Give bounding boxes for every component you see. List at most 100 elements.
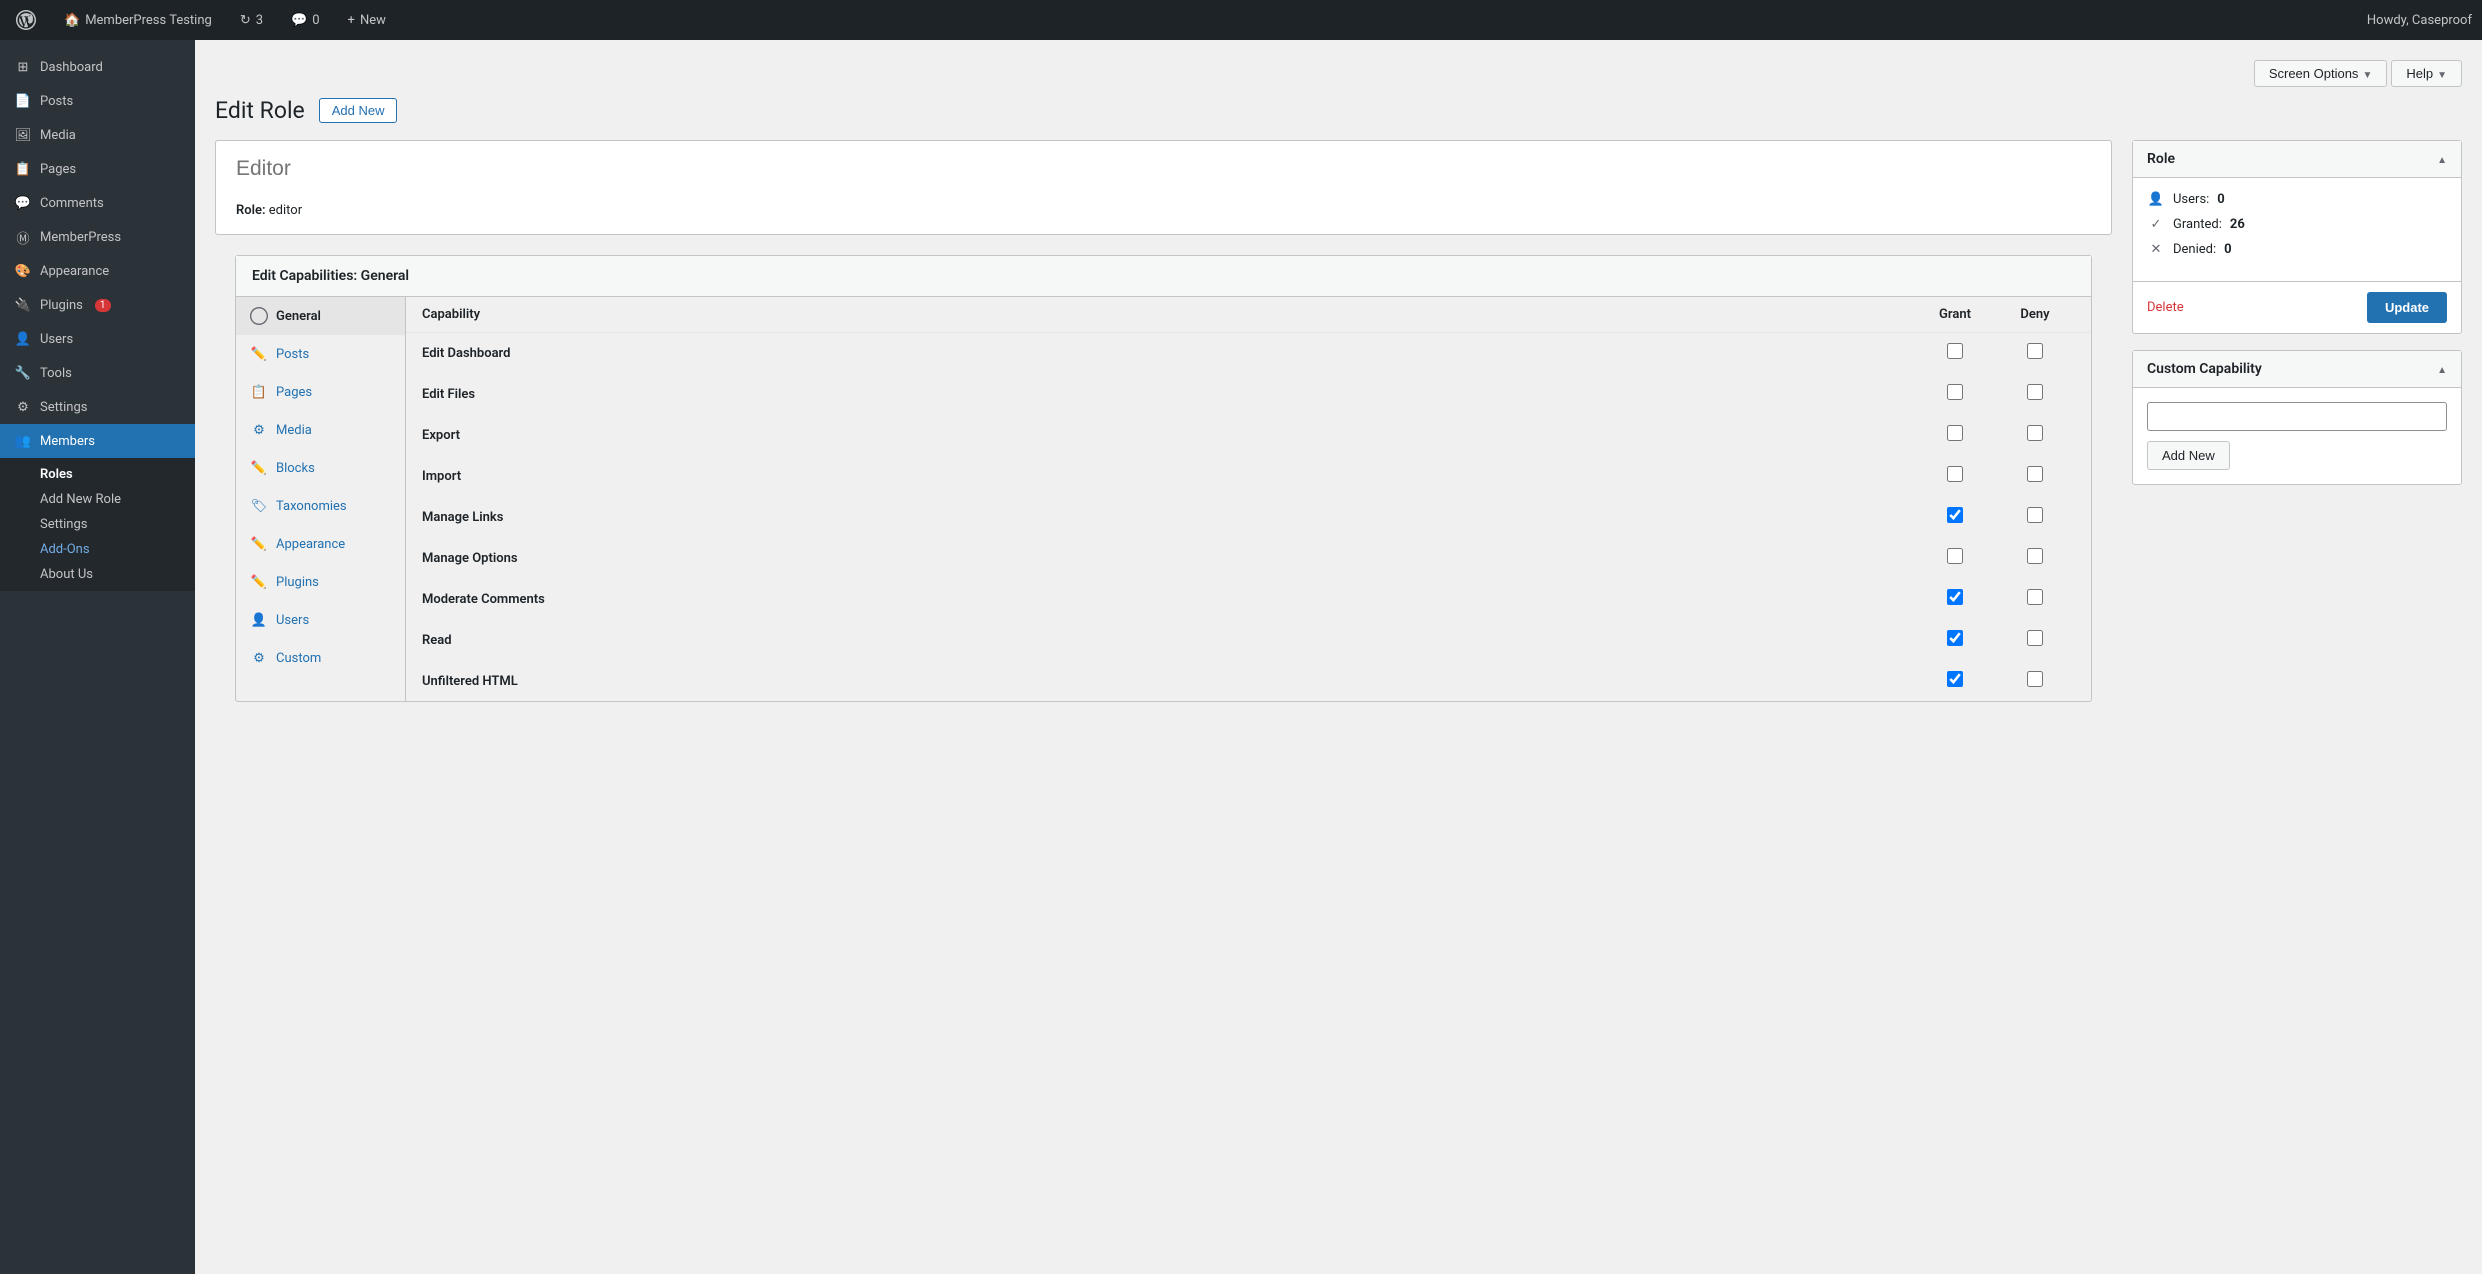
deny-checkbox-read[interactable] — [2027, 630, 2043, 646]
cap-name-unfiltered-html: Unfiltered HTML — [422, 674, 1915, 689]
deny-checkbox-manage-links[interactable] — [2027, 507, 2043, 523]
deny-checkbox-import[interactable] — [2027, 466, 2043, 482]
members-icon: 👥 — [14, 432, 32, 450]
cap-deny-export[interactable] — [1995, 425, 2075, 445]
cap-grant-read[interactable] — [1915, 630, 1995, 650]
cap-deny-manage-links[interactable] — [1995, 507, 2075, 527]
role-panel-header: Role — [2133, 141, 2461, 178]
deny-checkbox-moderate-comments[interactable] — [2027, 589, 2043, 605]
table-row: Export — [406, 415, 2091, 456]
cap-nav-blocks[interactable]: ✏️ Blocks — [236, 449, 405, 487]
cap-grant-manage-options[interactable] — [1915, 548, 1995, 568]
submenu-add-ons[interactable]: Add-Ons — [0, 537, 195, 562]
deny-checkbox-edit-dashboard[interactable] — [2027, 343, 2043, 359]
table-row: Moderate Comments — [406, 579, 2091, 620]
cap-deny-moderate-comments[interactable] — [1995, 589, 2075, 609]
sidebar-item-settings[interactable]: ⚙ Settings — [0, 390, 195, 424]
updates-item[interactable]: ↻ 3 — [234, 13, 269, 28]
cap-deny-edit-dashboard[interactable] — [1995, 343, 2075, 363]
wp-logo[interactable] — [10, 10, 42, 30]
role-panel-title: Role — [2147, 151, 2175, 167]
deny-checkbox-manage-options[interactable] — [2027, 548, 2043, 564]
cap-grant-edit-dashboard[interactable] — [1915, 343, 1995, 363]
table-row: Manage Links — [406, 497, 2091, 538]
cap-grant-import[interactable] — [1915, 466, 1995, 486]
cap-nav: General ✏️ Posts 📋 Pages ⚙ — [236, 297, 406, 701]
grant-checkbox-read[interactable] — [1947, 630, 1963, 646]
deny-checkbox-edit-files[interactable] — [2027, 384, 2043, 400]
grant-checkbox-manage-options[interactable] — [1947, 548, 1963, 564]
pages-icon: 📋 — [14, 160, 32, 178]
cap-col-grant: Grant — [1915, 307, 1995, 322]
sidebar-item-pages[interactable]: 📋 Pages — [0, 152, 195, 186]
cap-nav-pages-label: Pages — [276, 385, 312, 400]
sidebar-item-members[interactable]: 👥 Members — [0, 424, 195, 458]
grant-checkbox-moderate-comments[interactable] — [1947, 589, 1963, 605]
cap-nav-plugins[interactable]: ✏️ Plugins — [236, 563, 405, 601]
help-button[interactable]: Help — [2391, 60, 2462, 87]
cap-grant-export[interactable] — [1915, 425, 1995, 445]
cap-nav-taxonomies[interactable]: 🏷 Taxonomies — [236, 487, 405, 525]
cap-deny-edit-files[interactable] — [1995, 384, 2075, 404]
main-content: Role: editor Edit Capabilities: General — [215, 140, 2112, 722]
add-new-button[interactable]: Add New — [319, 98, 398, 123]
table-row: Unfiltered HTML — [406, 661, 2091, 701]
submenu-about-us[interactable]: About Us — [0, 562, 195, 587]
sidebar-item-posts[interactable]: 📄 Posts — [0, 84, 195, 118]
grant-checkbox-export[interactable] — [1947, 425, 1963, 441]
table-row: Edit Dashboard — [406, 333, 2091, 374]
members-submenu: Roles Add New Role Settings Add-Ons Abou… — [0, 458, 195, 591]
role-panel-collapse-icon[interactable] — [2437, 151, 2447, 167]
cap-nav-appearance[interactable]: ✏️ Appearance — [236, 525, 405, 563]
deny-checkbox-unfiltered-html[interactable] — [2027, 671, 2043, 687]
cap-deny-unfiltered-html[interactable] — [1995, 671, 2075, 691]
grant-checkbox-edit-files[interactable] — [1947, 384, 1963, 400]
grant-checkbox-unfiltered-html[interactable] — [1947, 671, 1963, 687]
update-button[interactable]: Update — [2367, 292, 2447, 323]
table-row: Import — [406, 456, 2091, 497]
grant-checkbox-edit-dashboard[interactable] — [1947, 343, 1963, 359]
sidebar-item-users[interactable]: 👤 Users — [0, 322, 195, 356]
role-actions: Delete Update — [2133, 281, 2461, 333]
cap-nav-users[interactable]: 👤 Users — [236, 601, 405, 639]
custom-cap-collapse-icon[interactable] — [2437, 361, 2447, 377]
sidebar-item-appearance[interactable]: 🎨 Appearance — [0, 254, 195, 288]
sidebar-item-memberpress[interactable]: Ⓜ MemberPress — [0, 220, 195, 254]
cap-deny-import[interactable] — [1995, 466, 2075, 486]
content-area: Screen Options Help Edit Role Add New Ro… — [195, 40, 2482, 1274]
custom-nav-icon: ⚙ — [250, 649, 268, 667]
cap-nav-general[interactable]: General — [236, 297, 405, 335]
cap-deny-read[interactable] — [1995, 630, 2075, 650]
cap-grant-unfiltered-html[interactable] — [1915, 671, 1995, 691]
cap-deny-manage-options[interactable] — [1995, 548, 2075, 568]
delete-link[interactable]: Delete — [2147, 300, 2184, 315]
cap-nav-pages[interactable]: 📋 Pages — [236, 373, 405, 411]
add-new-capability-button[interactable]: Add New — [2147, 441, 2230, 470]
tools-icon: 🔧 — [14, 364, 32, 382]
cap-grant-moderate-comments[interactable] — [1915, 589, 1995, 609]
grant-checkbox-manage-links[interactable] — [1947, 507, 1963, 523]
deny-checkbox-export[interactable] — [2027, 425, 2043, 441]
site-name-item[interactable]: 🏠 MemberPress Testing — [58, 13, 218, 28]
submenu-add-new-role[interactable]: Add New Role — [0, 487, 195, 512]
submenu-roles[interactable]: Roles — [0, 462, 195, 487]
cap-nav-posts[interactable]: ✏️ Posts — [236, 335, 405, 373]
cap-nav-media[interactable]: ⚙ Media — [236, 411, 405, 449]
comments-item[interactable]: 💬 0 — [285, 13, 326, 28]
sidebar-item-tools[interactable]: 🔧 Tools — [0, 356, 195, 390]
media-icon: 🖼 — [14, 126, 32, 144]
sidebar-item-media[interactable]: 🖼 Media — [0, 118, 195, 152]
role-name-input[interactable] — [216, 141, 2111, 197]
submenu-settings[interactable]: Settings — [0, 512, 195, 537]
cap-grant-edit-files[interactable] — [1915, 384, 1995, 404]
custom-capability-panel: Custom Capability Add New — [2132, 350, 2462, 485]
grant-checkbox-import[interactable] — [1947, 466, 1963, 482]
sidebar-item-comments[interactable]: 💬 Comments — [0, 186, 195, 220]
sidebar-item-plugins[interactable]: 🔌 Plugins 1 — [0, 288, 195, 322]
new-content-item[interactable]: + New — [342, 13, 392, 28]
custom-capability-input[interactable] — [2147, 402, 2447, 431]
screen-options-button[interactable]: Screen Options — [2254, 60, 2388, 87]
cap-grant-manage-links[interactable] — [1915, 507, 1995, 527]
sidebar-item-dashboard[interactable]: ⊞ Dashboard — [0, 50, 195, 84]
cap-nav-custom[interactable]: ⚙ Custom — [236, 639, 405, 677]
